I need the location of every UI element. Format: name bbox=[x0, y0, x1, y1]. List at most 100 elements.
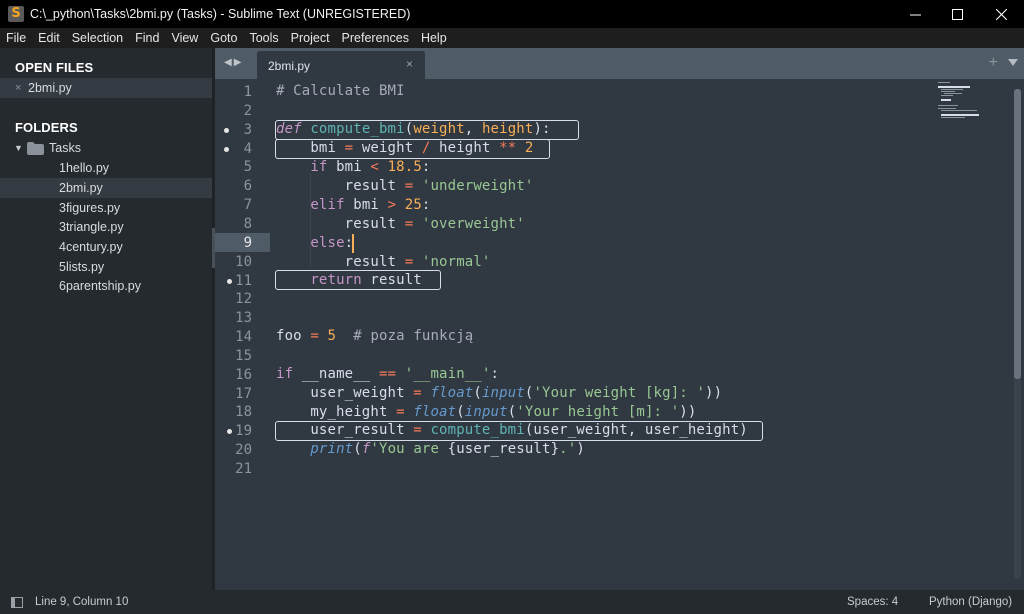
minimap-line bbox=[938, 82, 950, 83]
minimap-line bbox=[941, 91, 955, 92]
number: 25 bbox=[404, 197, 422, 213]
file-item[interactable]: 4century.py bbox=[0, 237, 215, 257]
operator: == bbox=[378, 366, 397, 382]
punct: )) bbox=[705, 385, 723, 401]
close-button[interactable] bbox=[978, 0, 1024, 28]
triangle-down-icon[interactable] bbox=[1008, 59, 1018, 66]
punct: ( bbox=[353, 441, 362, 457]
indentation-setting[interactable]: Spaces: 4 bbox=[847, 596, 898, 608]
close-file-icon[interactable]: × bbox=[15, 78, 21, 98]
folder-tasks[interactable]: ▼ Tasks bbox=[0, 138, 215, 158]
punct: , bbox=[464, 121, 482, 137]
string: 'Your weight [kg]: ' bbox=[533, 385, 706, 401]
builtin: float bbox=[430, 385, 474, 401]
menu-project[interactable]: Project bbox=[285, 28, 336, 48]
punct: ): bbox=[533, 121, 551, 137]
tab-2bmi[interactable]: 2bmi.py × bbox=[257, 51, 425, 79]
panel-toggle-icon[interactable] bbox=[11, 597, 23, 608]
tab-bar: ◀▶ 2bmi.py × + bbox=[215, 48, 1024, 79]
minimap-line bbox=[938, 86, 970, 88]
menu-preferences[interactable]: Preferences bbox=[336, 28, 415, 48]
punct: )) bbox=[679, 404, 697, 420]
file-item[interactable]: 6parentship.py bbox=[0, 276, 215, 296]
minimap-line bbox=[941, 99, 951, 101]
line-number: 9 bbox=[243, 234, 252, 251]
line-number: 19 bbox=[235, 423, 252, 440]
keyword: if bbox=[310, 159, 328, 175]
operator: = bbox=[404, 216, 414, 232]
text: (user_weight, user_height) bbox=[524, 422, 748, 438]
syntax-selector[interactable]: Python (Django) bbox=[929, 596, 1012, 608]
line-number: 18 bbox=[235, 404, 252, 421]
menu-goto[interactable]: Goto bbox=[204, 28, 243, 48]
file-label: 5lists.py bbox=[59, 260, 105, 274]
code-line-5: if bmi < 18.5: bbox=[276, 159, 431, 175]
text bbox=[396, 366, 405, 382]
text: result bbox=[276, 254, 405, 270]
tab-close-icon[interactable]: × bbox=[406, 57, 413, 71]
minimap-line bbox=[941, 95, 953, 96]
tab-prev-icon[interactable]: ◀ bbox=[224, 57, 234, 68]
menu-selection[interactable]: Selection bbox=[66, 28, 129, 48]
menu-tools[interactable]: Tools bbox=[243, 28, 284, 48]
editor-scroll-thumb[interactable] bbox=[1014, 89, 1021, 379]
text bbox=[276, 441, 310, 457]
expand-arrow-icon[interactable]: ▼ bbox=[14, 138, 23, 158]
text bbox=[413, 178, 422, 194]
gutter: 1 2 3 4 5 6 7 8 9 10 11 12 13 14 15 16 17 18 19 20 21 bbox=[215, 79, 271, 590]
title-bar: S C:\_python\Tasks\2bmi.py (Tasks) - Sub… bbox=[0, 0, 1024, 28]
minimap-line bbox=[944, 93, 962, 94]
text: user_weight bbox=[276, 385, 414, 401]
punct: ) bbox=[576, 441, 585, 457]
file-item[interactable]: 5lists.py bbox=[0, 257, 215, 277]
gutter-line: 21 bbox=[215, 460, 1024, 479]
file-item-selected[interactable]: 2bmi.py bbox=[0, 178, 215, 198]
text bbox=[336, 328, 353, 344]
menu-help[interactable]: Help bbox=[415, 28, 453, 48]
minimap-line bbox=[941, 117, 965, 118]
line-number: 8 bbox=[243, 215, 252, 232]
status-bar: Line 9, Column 10 Spaces: 4 Python (Djan… bbox=[0, 590, 1024, 614]
code-line-17: user_weight = float(input('Your weight [… bbox=[276, 385, 722, 401]
text-cursor bbox=[352, 234, 354, 253]
operator: = bbox=[413, 422, 422, 438]
file-item[interactable]: 3triangle.py bbox=[0, 217, 215, 237]
menu-file[interactable]: File bbox=[0, 28, 32, 48]
string: '__main__' bbox=[404, 366, 491, 382]
tab-label: 2bmi.py bbox=[268, 59, 311, 73]
string: 'underweight' bbox=[421, 178, 534, 194]
minimize-button[interactable] bbox=[892, 0, 938, 28]
new-tab-icon[interactable]: + bbox=[989, 54, 998, 72]
file-item[interactable]: 3figures.py bbox=[0, 198, 215, 218]
line-number: 15 bbox=[235, 347, 252, 364]
minimap[interactable] bbox=[937, 82, 997, 122]
open-file-item[interactable]: × 2bmi.py bbox=[0, 78, 215, 98]
line-number: 12 bbox=[235, 291, 252, 308]
operator: = bbox=[404, 254, 414, 270]
keyword: def bbox=[276, 121, 302, 137]
number: 18.5 bbox=[387, 159, 422, 175]
file-item[interactable]: 1hello.py bbox=[0, 158, 215, 178]
line-number: 6 bbox=[243, 178, 252, 195]
builtin: print bbox=[310, 441, 354, 457]
editor-scrollbar[interactable] bbox=[1014, 89, 1021, 579]
text: result bbox=[276, 178, 405, 194]
maximize-button[interactable] bbox=[934, 0, 980, 28]
menu-edit[interactable]: Edit bbox=[32, 28, 66, 48]
text: bmi bbox=[327, 159, 371, 175]
text: result bbox=[276, 216, 405, 232]
code-editor[interactable]: 1 2 3 4 5 6 7 8 9 10 11 12 13 14 15 16 17 18 19 20 21 # Calc… bbox=[215, 79, 1024, 590]
gutter-line: 15 bbox=[215, 347, 1024, 366]
line-number: 4 bbox=[243, 140, 252, 157]
text: height bbox=[430, 140, 500, 156]
string: 'You are bbox=[370, 441, 448, 457]
file-label: 6parentship.py bbox=[59, 279, 142, 293]
menu-view[interactable]: View bbox=[165, 28, 204, 48]
tab-next-icon[interactable]: ▶ bbox=[234, 57, 244, 68]
open-files-header: OPEN FILES bbox=[15, 60, 94, 75]
code-line-19: user_result = compute_bmi(user_weight, u… bbox=[276, 422, 748, 438]
menu-find[interactable]: Find bbox=[129, 28, 165, 48]
parameter: weight bbox=[413, 121, 465, 137]
code-line-4: bmi = weight / height ** 2 bbox=[276, 140, 533, 156]
text bbox=[413, 254, 422, 270]
